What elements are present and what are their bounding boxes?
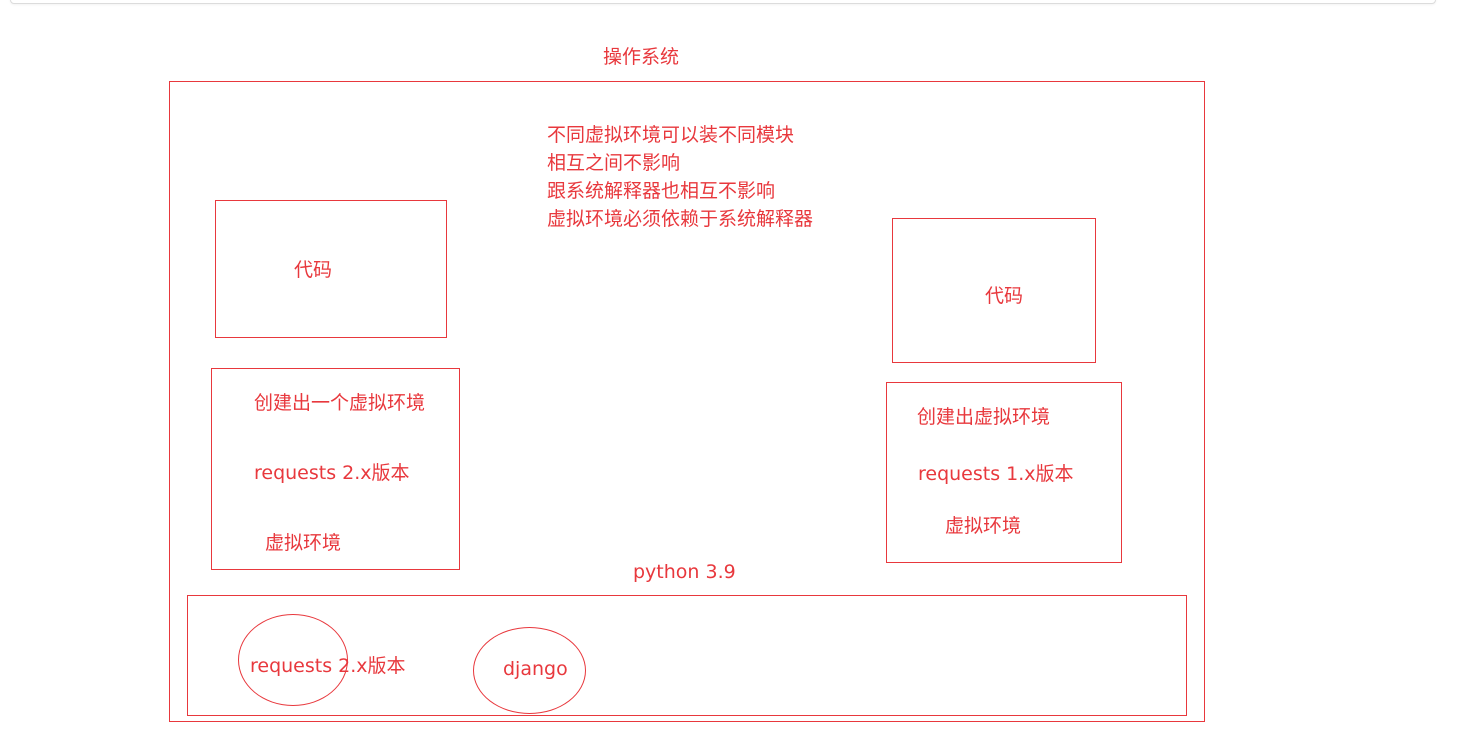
note-line-4: 虚拟环境必须依赖于系统解释器 — [547, 208, 814, 230]
right-venv-label: 虚拟环境 — [945, 515, 1022, 537]
left-code-label: 代码 — [294, 259, 333, 281]
note-line-1: 不同虚拟环境可以装不同模块 — [547, 124, 795, 146]
left-venv-title: 创建出一个虚拟环境 — [254, 392, 426, 414]
left-venv-package: requests 2.x版本 — [254, 462, 410, 484]
os-label: 操作系统 — [603, 46, 680, 68]
notes-block: 不同虚拟环境可以装不同模块 相互之间不影响 跟系统解释器也相互不影响 虚拟环境必… — [547, 121, 813, 233]
note-line-3: 跟系统解释器也相互不影响 — [547, 180, 776, 202]
right-venv-package: requests 1.x版本 — [918, 463, 1074, 485]
python-label: python 3.9 — [633, 561, 736, 583]
right-venv-title: 创建出虚拟环境 — [917, 406, 1051, 428]
system-package-requests: requests 2.x版本 — [250, 655, 406, 677]
top-toolbar-edge — [10, 0, 1436, 4]
system-package-django: django — [503, 658, 568, 680]
left-venv-label: 虚拟环境 — [265, 532, 342, 554]
note-line-2: 相互之间不影响 — [547, 152, 681, 174]
right-code-label: 代码 — [985, 285, 1024, 307]
